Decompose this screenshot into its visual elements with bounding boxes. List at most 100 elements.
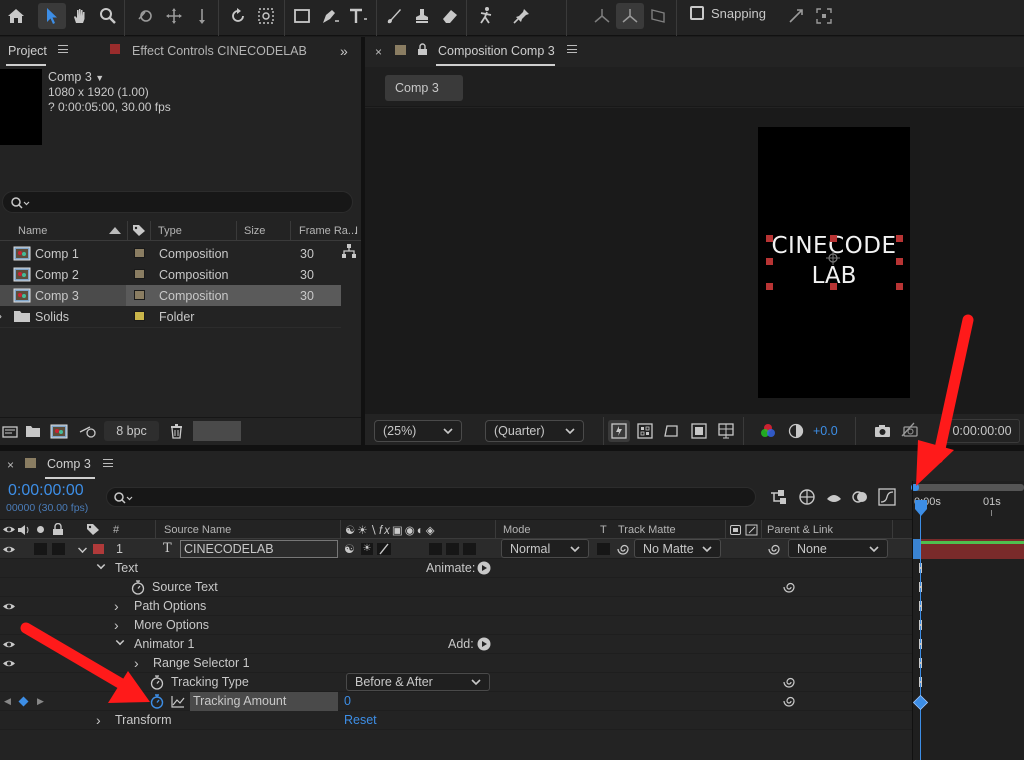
matte-header-icon[interactable]	[730, 525, 741, 535]
anchor-point-icon[interactable]	[826, 251, 840, 265]
composition-menu-icon[interactable]	[567, 45, 577, 53]
guides-grid-icon[interactable]	[718, 423, 734, 439]
project-row-comp-1[interactable]: Comp 1 Composition 30	[0, 243, 341, 264]
eraser-tool-icon[interactable]	[436, 3, 464, 29]
zoom-tool-icon[interactable]	[94, 3, 122, 29]
prop-row-tracking-amount[interactable]: ◀ ▶ Tracking Amount 0	[0, 692, 912, 711]
parent-pickwhip-icon[interactable]	[766, 542, 782, 556]
timeline-graph-area[interactable]	[912, 481, 1024, 760]
footer-color-swatch[interactable]	[193, 421, 241, 441]
new-composition-icon[interactable]	[50, 424, 68, 439]
composition-viewer[interactable]	[365, 108, 1024, 414]
stopwatch-active-icon[interactable]	[150, 694, 164, 709]
3d-layer-switch[interactable]	[463, 543, 476, 555]
transform-handle[interactable]	[896, 283, 903, 290]
project-row-comp-2[interactable]: Comp 2 Composition 30	[0, 264, 341, 285]
type-tool-icon[interactable]	[344, 3, 372, 29]
preserve-transparency-switch[interactable]	[597, 543, 610, 555]
col-frame-rate[interactable]: Frame Ra...	[299, 225, 357, 237]
expression-pickwhip-icon[interactable]	[781, 675, 797, 689]
expand-down-icon[interactable]	[115, 636, 125, 646]
interpret-footage-icon[interactable]	[2, 426, 18, 438]
sort-ascending-icon[interactable]	[109, 227, 121, 234]
home-icon[interactable]	[2, 3, 30, 29]
reset-exposure-icon[interactable]	[788, 423, 804, 439]
video-visibility-header-icon[interactable]	[2, 525, 16, 534]
col-type[interactable]: Type	[158, 225, 182, 237]
tab-composition[interactable]: Composition Comp 3	[438, 44, 555, 58]
transform-handle[interactable]	[896, 235, 903, 242]
snap-edges-icon[interactable]	[782, 3, 810, 29]
tracking-type-dropdown[interactable]: Before & After	[346, 673, 490, 691]
reset-link[interactable]: Reset	[344, 713, 377, 727]
solo-header-icon[interactable]	[37, 526, 44, 533]
project-row-solids[interactable]: › Solids Folder	[0, 306, 341, 327]
shy-layers-icon[interactable]	[825, 489, 843, 505]
new-folder-icon[interactable]	[25, 425, 41, 438]
audio-header-icon[interactable]	[17, 524, 31, 536]
composition-flow-tab[interactable]: Comp 3	[385, 75, 463, 101]
timeline-menu-icon[interactable]	[103, 459, 113, 467]
expression-pickwhip-icon[interactable]	[781, 580, 797, 594]
zoom-dropdown[interactable]: (25%)	[374, 420, 462, 442]
roto-brush-tool-icon[interactable]	[472, 3, 500, 29]
comp-mini-flowchart-icon[interactable]	[770, 489, 790, 505]
rectangle-tool-icon[interactable]	[288, 3, 316, 29]
prop-row-more-options[interactable]: › More Options	[0, 616, 912, 635]
trash-icon[interactable]	[170, 424, 183, 439]
expand-right-icon[interactable]: ›	[114, 617, 119, 633]
mask-visibility-icon[interactable]	[664, 423, 680, 439]
composition-canvas[interactable]: CINECODE LAB	[758, 127, 910, 398]
snap-features-icon[interactable]	[810, 3, 838, 29]
parent-dropdown[interactable]: None	[788, 539, 888, 558]
selection-tool-icon[interactable]	[38, 3, 66, 29]
transform-handle[interactable]	[766, 258, 773, 265]
prop-row-path-options[interactable]: › Path Options	[0, 597, 912, 616]
tracking-amount-value[interactable]: 0	[344, 694, 351, 708]
col-mode[interactable]: Mode	[503, 524, 531, 536]
matte-pickwhip-icon[interactable]	[615, 542, 631, 556]
expand-right-icon[interactable]: ›	[96, 712, 101, 728]
project-row-comp-3[interactable]: Comp 3 Composition 30	[0, 285, 341, 306]
current-time-display[interactable]: 0:00:00:00	[944, 419, 1020, 443]
close-icon[interactable]: ×	[375, 45, 382, 59]
effects-switch[interactable]	[377, 543, 391, 555]
blend-mode-dropdown[interactable]: Normal	[501, 539, 589, 558]
panel-overflow-icon[interactable]: »	[340, 43, 348, 59]
label-swatch[interactable]	[134, 311, 145, 321]
pan-camera-icon[interactable]	[160, 3, 188, 29]
channel-rgb-icon[interactable]	[760, 423, 776, 439]
clone-stamp-tool-icon[interactable]	[408, 3, 436, 29]
draft-3d-icon[interactable]	[798, 488, 816, 506]
next-keyframe-icon[interactable]: ▶	[37, 696, 44, 707]
lock-header-icon[interactable]	[52, 523, 64, 536]
col-number[interactable]: #	[113, 524, 119, 536]
adjustment-layer-switch[interactable]	[446, 543, 459, 555]
eye-icon[interactable]	[2, 659, 16, 668]
timeline-search-input[interactable]	[106, 487, 756, 507]
snapping-checkbox[interactable]	[690, 6, 704, 20]
puppet-pin-tool-icon[interactable]	[508, 3, 536, 29]
lock-icon[interactable]	[417, 43, 428, 56]
label-swatch[interactable]	[134, 269, 145, 279]
keyframe-diamond-icon[interactable]	[913, 695, 928, 710]
add-menu-icon[interactable]	[477, 637, 491, 651]
col-size[interactable]: Size	[244, 225, 265, 237]
eye-icon[interactable]	[2, 602, 16, 611]
add-keyframe-icon[interactable]	[18, 696, 29, 707]
graph-icon[interactable]	[171, 695, 185, 708]
local-axis-mode-icon[interactable]	[588, 3, 616, 29]
expression-pickwhip-icon[interactable]	[781, 694, 797, 708]
expand-arrow-icon[interactable]: ›	[0, 309, 2, 323]
anchor-point-tool-icon[interactable]	[252, 3, 280, 29]
tab-project[interactable]: Project	[8, 44, 47, 58]
prop-row-source-text[interactable]: Source Text	[0, 578, 912, 597]
label-tag-icon[interactable]	[132, 224, 146, 237]
stopwatch-icon[interactable]	[131, 580, 145, 595]
brush-tool-icon[interactable]	[380, 3, 408, 29]
view-axis-mode-icon[interactable]	[644, 3, 672, 29]
world-axis-mode-icon[interactable]	[616, 3, 644, 29]
layer-label-color[interactable]	[93, 544, 104, 554]
col-track-matte[interactable]: Track Matte	[618, 524, 676, 536]
show-snapshot-icon[interactable]	[901, 422, 919, 438]
